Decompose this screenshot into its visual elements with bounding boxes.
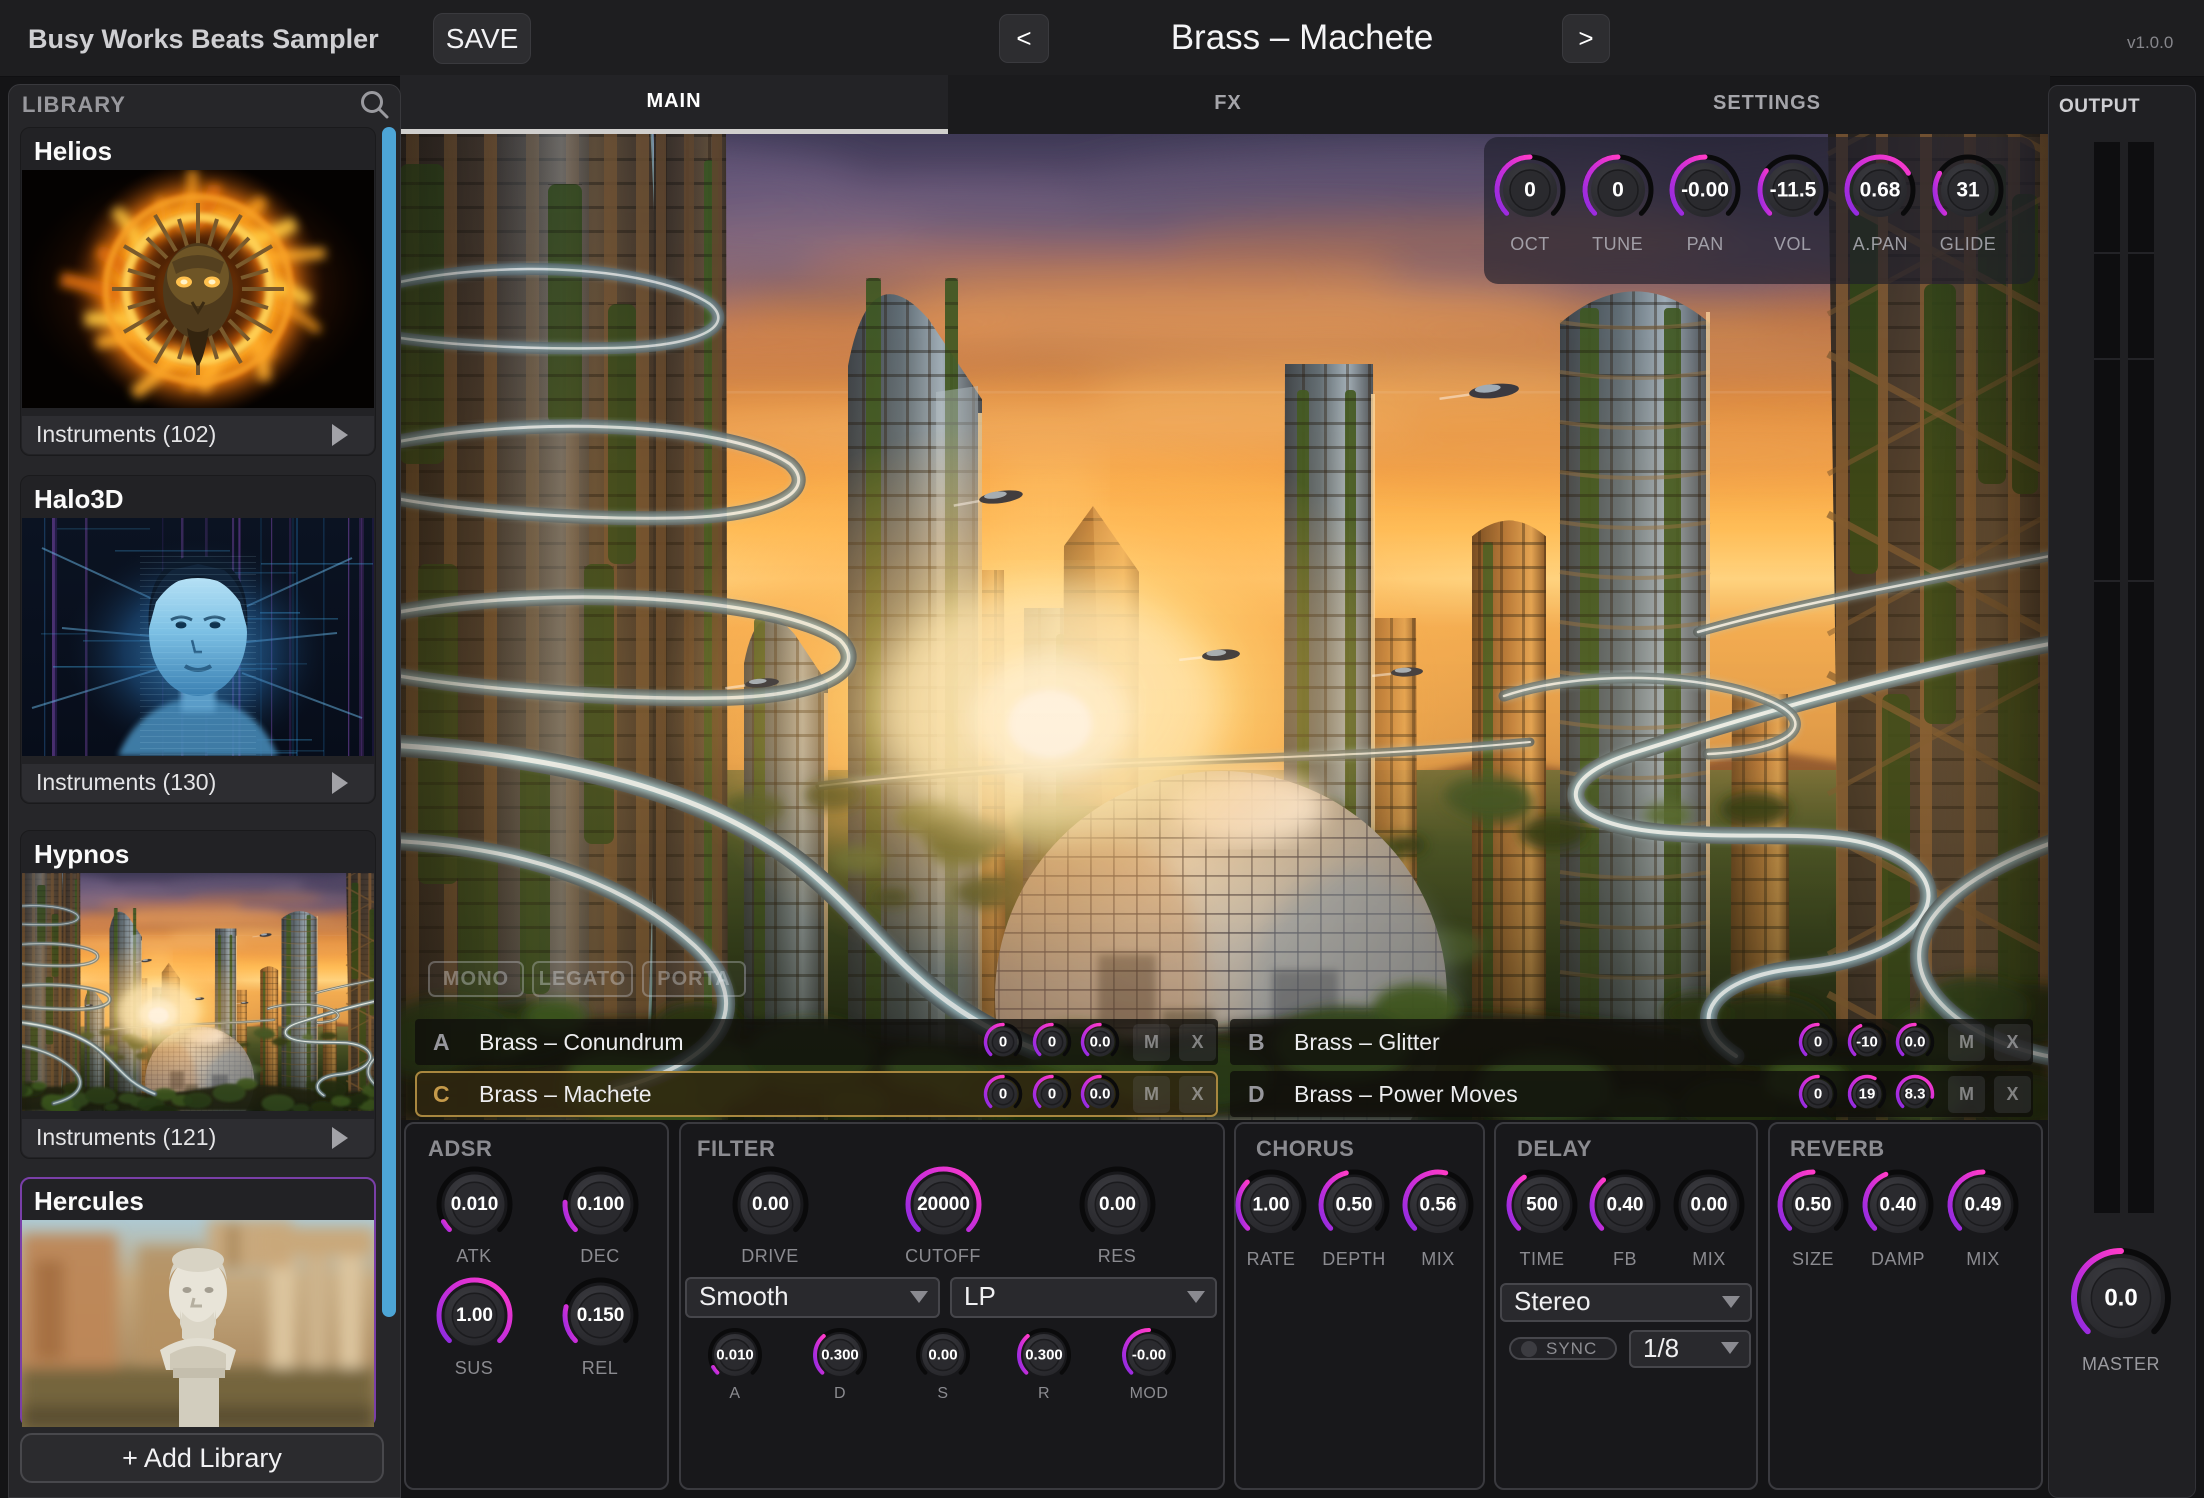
svg-text:0.0: 0.0 — [1090, 1086, 1111, 1103]
svg-text:0.56: 0.56 — [1420, 1195, 1457, 1216]
svg-text:0.010: 0.010 — [716, 1347, 754, 1364]
svg-text:0.00: 0.00 — [752, 1194, 789, 1215]
svg-text:0.100: 0.100 — [576, 1194, 624, 1215]
svg-text:0.68: 0.68 — [1860, 179, 1901, 202]
svg-text:0: 0 — [1047, 1034, 1055, 1051]
svg-text:0.49: 0.49 — [1965, 1195, 2002, 1216]
svg-text:500: 500 — [1526, 1195, 1558, 1216]
svg-text:0.300: 0.300 — [1025, 1347, 1063, 1364]
svg-text:1.00: 1.00 — [456, 1305, 493, 1326]
svg-text:-0.00: -0.00 — [1681, 179, 1729, 202]
svg-text:0: 0 — [1524, 179, 1536, 202]
svg-text:0.50: 0.50 — [1336, 1195, 1373, 1216]
svg-text:0.0: 0.0 — [1905, 1034, 1926, 1051]
svg-text:-10: -10 — [1856, 1034, 1878, 1051]
svg-text:0: 0 — [1047, 1086, 1055, 1103]
svg-text:0: 0 — [1612, 179, 1624, 202]
svg-text:0.300: 0.300 — [821, 1347, 859, 1364]
svg-text:0: 0 — [1814, 1086, 1822, 1103]
svg-text:0.0: 0.0 — [2104, 1285, 2137, 1312]
svg-text:0.00: 0.00 — [1691, 1195, 1728, 1216]
svg-text:0: 0 — [999, 1034, 1007, 1051]
svg-text:0.40: 0.40 — [1880, 1195, 1917, 1216]
svg-text:0.150: 0.150 — [576, 1305, 624, 1326]
svg-text:0.40: 0.40 — [1607, 1195, 1644, 1216]
svg-text:31: 31 — [1956, 179, 1980, 202]
svg-text:0: 0 — [1814, 1034, 1822, 1051]
svg-text:1.00: 1.00 — [1253, 1195, 1290, 1216]
svg-text:-0.00: -0.00 — [1132, 1347, 1166, 1364]
svg-text:0.00: 0.00 — [1099, 1194, 1136, 1215]
svg-text:0.010: 0.010 — [450, 1194, 498, 1215]
svg-text:0.50: 0.50 — [1795, 1195, 1832, 1216]
svg-text:19: 19 — [1858, 1086, 1875, 1103]
svg-text:0.00: 0.00 — [928, 1347, 957, 1364]
svg-text:0: 0 — [999, 1086, 1007, 1103]
svg-text:0.0: 0.0 — [1090, 1034, 1111, 1051]
svg-text:8.3: 8.3 — [1905, 1086, 1926, 1103]
svg-text:20000: 20000 — [917, 1194, 970, 1215]
svg-text:-11.5: -11.5 — [1769, 179, 1816, 202]
